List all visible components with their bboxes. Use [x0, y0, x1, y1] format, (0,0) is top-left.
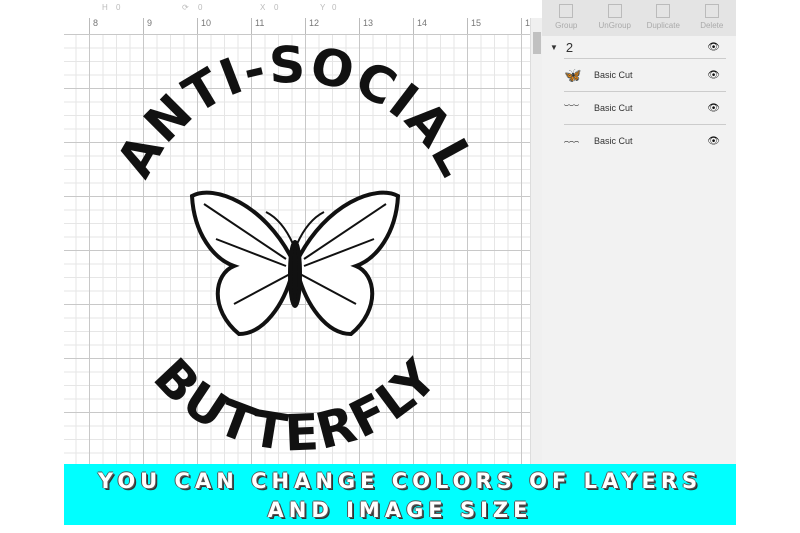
- text-thumbnail: ︵︵︵: [564, 138, 580, 144]
- layer-name: Basic Cut: [594, 103, 633, 113]
- design-top-text: ANTI-SOCIAL: [106, 35, 487, 187]
- text-thumbnail: ︶︶︶: [564, 105, 580, 111]
- duplicate-label: Duplicate: [646, 21, 680, 30]
- layer-name: Basic Cut: [594, 136, 633, 146]
- layers-panel: Group UnGroup Duplicate Delete ▼ 2 👁 🦋 B…: [542, 0, 736, 464]
- design-bottom-text: BUTTERFLY: [143, 347, 450, 462]
- y-input[interactable]: 0: [332, 3, 336, 12]
- eye-icon[interactable]: 👁: [707, 70, 720, 81]
- group-label: Group: [555, 21, 578, 30]
- rotate-input[interactable]: 0: [198, 3, 202, 12]
- height-input[interactable]: 0: [116, 3, 120, 12]
- layer-group[interactable]: ▼ 2 👁: [542, 36, 736, 58]
- eye-icon[interactable]: 👁: [707, 136, 720, 147]
- ruler-tick: 14: [413, 18, 427, 34]
- butterfly-thumbnail: 🦋: [564, 67, 582, 83]
- ruler-tick: 13: [359, 18, 373, 34]
- group-name: 2: [565, 39, 574, 55]
- layer-item[interactable]: ︶︶︶ Basic Cut 👁: [564, 91, 726, 124]
- x-label: X: [260, 3, 266, 12]
- eye-icon[interactable]: 👁: [707, 42, 720, 53]
- ungroup-button[interactable]: UnGroup: [591, 0, 640, 36]
- ruler-tick: 12: [305, 18, 319, 34]
- layers-toolbar: Group UnGroup Duplicate Delete: [542, 0, 736, 36]
- caret-down-icon[interactable]: ▼: [550, 43, 558, 52]
- ruler-tick: 15: [467, 18, 481, 34]
- rotate-icon: ⟳: [182, 3, 189, 12]
- duplicate-icon: [656, 4, 671, 18]
- size-position-toolbar: H 0 ⟳ 0 X 0 Y 0: [64, 0, 542, 18]
- promo-banner: YOU CAN CHANGE COLORS OF LAYERS AND IMAG…: [64, 464, 736, 525]
- design-canvas[interactable]: ANTI-SOCIAL BUTTERFLY: [64, 34, 530, 464]
- design-artwork[interactable]: ANTI-SOCIAL BUTTERFLY: [64, 34, 530, 464]
- delete-button[interactable]: Delete: [688, 0, 737, 36]
- layer-name: Basic Cut: [594, 70, 633, 80]
- ruler-tick: 8: [89, 18, 98, 34]
- trash-icon: [704, 4, 719, 18]
- group-icon: [559, 4, 574, 18]
- eye-icon[interactable]: 👁: [707, 103, 720, 114]
- banner-line-1: YOU CAN CHANGE COLORS OF LAYERS: [97, 469, 703, 493]
- ungroup-icon: [607, 4, 622, 18]
- group-button[interactable]: Group: [542, 0, 591, 36]
- ruler-tick: 11: [251, 18, 264, 34]
- height-label: H: [102, 3, 108, 12]
- horizontal-ruler: 8 9 10 11 12 13 14 15 16: [64, 18, 535, 35]
- ungroup-label: UnGroup: [598, 21, 631, 30]
- layer-item[interactable]: 🦋 Basic Cut 👁: [564, 58, 726, 91]
- y-label: Y: [320, 3, 326, 12]
- design-space-screenshot: H 0 ⟳ 0 X 0 Y 0 8 9 10 11 12 13 14 15 16…: [64, 0, 736, 525]
- delete-label: Delete: [700, 21, 724, 30]
- ruler-tick: 10: [197, 18, 211, 34]
- banner-line-2: AND IMAGE SIZE: [267, 498, 533, 522]
- x-input[interactable]: 0: [274, 3, 278, 12]
- butterfly-image: [189, 190, 401, 337]
- duplicate-button[interactable]: Duplicate: [639, 0, 688, 36]
- ruler-tick: 9: [143, 18, 152, 34]
- scrollbar-thumb[interactable]: [533, 32, 541, 54]
- layer-item[interactable]: ︵︵︵ Basic Cut 👁: [564, 124, 726, 157]
